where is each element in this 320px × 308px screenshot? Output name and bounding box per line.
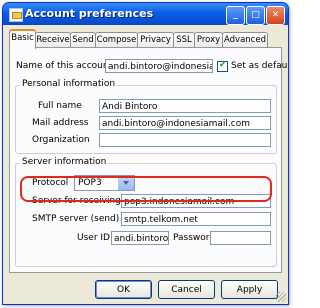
tab-send[interactable]: Send <box>70 32 96 47</box>
mail-app-icon <box>9 8 23 22</box>
maximize-button[interactable]: □ <box>246 6 265 25</box>
organization-label: Organization <box>32 135 90 145</box>
password-label: Password <box>173 233 216 243</box>
minimize-button[interactable]: _ <box>226 6 245 25</box>
server-information-legend: Server information <box>20 157 109 167</box>
close-button[interactable]: ✕ <box>266 6 285 25</box>
basic-tab-panel: Name of this account andi.bintoro@indone… <box>9 47 288 273</box>
full-name-field[interactable]: Andi Bintoro <box>99 99 271 113</box>
mail-address-label: Mail address <box>32 118 89 128</box>
tab-basic[interactable]: Basic <box>9 29 36 49</box>
apply-button[interactable]: Apply <box>221 280 278 299</box>
tab-ssl[interactable]: SSL <box>173 32 195 47</box>
tab-advanced[interactable]: Advanced <box>222 32 268 47</box>
account-name-label: Name of this account <box>16 61 113 71</box>
organization-field[interactable] <box>99 133 271 147</box>
ok-button[interactable]: OK <box>95 280 152 299</box>
mail-address-field[interactable]: andi.bintoro@indonesiamail.com <box>99 116 271 130</box>
resize-grip[interactable] <box>276 292 286 302</box>
smtp-server-label: SMTP server (send) <box>32 214 120 224</box>
set-as-default-label: Set as default <box>231 61 289 71</box>
user-id-field[interactable]: andi.bintoro <box>111 231 169 245</box>
tab-receive[interactable]: Receive <box>35 32 71 47</box>
window-title: Account preferences <box>25 7 154 20</box>
tab-proxy[interactable]: Proxy <box>194 32 223 47</box>
cancel-button[interactable]: Cancel <box>158 280 215 299</box>
user-id-label: User ID <box>77 233 110 243</box>
account-preferences-window: Account preferences _ □ ✕ Basic Receive … <box>2 2 289 305</box>
smtp-highlight-annotation <box>20 176 272 202</box>
tab-privacy[interactable]: Privacy <box>137 32 174 47</box>
tab-compose[interactable]: Compose <box>95 32 138 47</box>
smtp-server-field[interactable]: smtp.telkom.net <box>121 212 271 226</box>
personal-information-legend: Personal information <box>20 79 118 89</box>
set-as-default-checkbox[interactable] <box>217 60 228 72</box>
password-field[interactable] <box>210 231 271 245</box>
full-name-label: Full name <box>38 101 82 111</box>
title-bar[interactable]: Account preferences _ □ ✕ <box>3 3 288 25</box>
account-name-field[interactable]: andi.bintoro@indonesiamail.c <box>105 59 213 73</box>
tab-bar: Basic Receive Send Compose Privacy SSL P… <box>9 29 279 49</box>
